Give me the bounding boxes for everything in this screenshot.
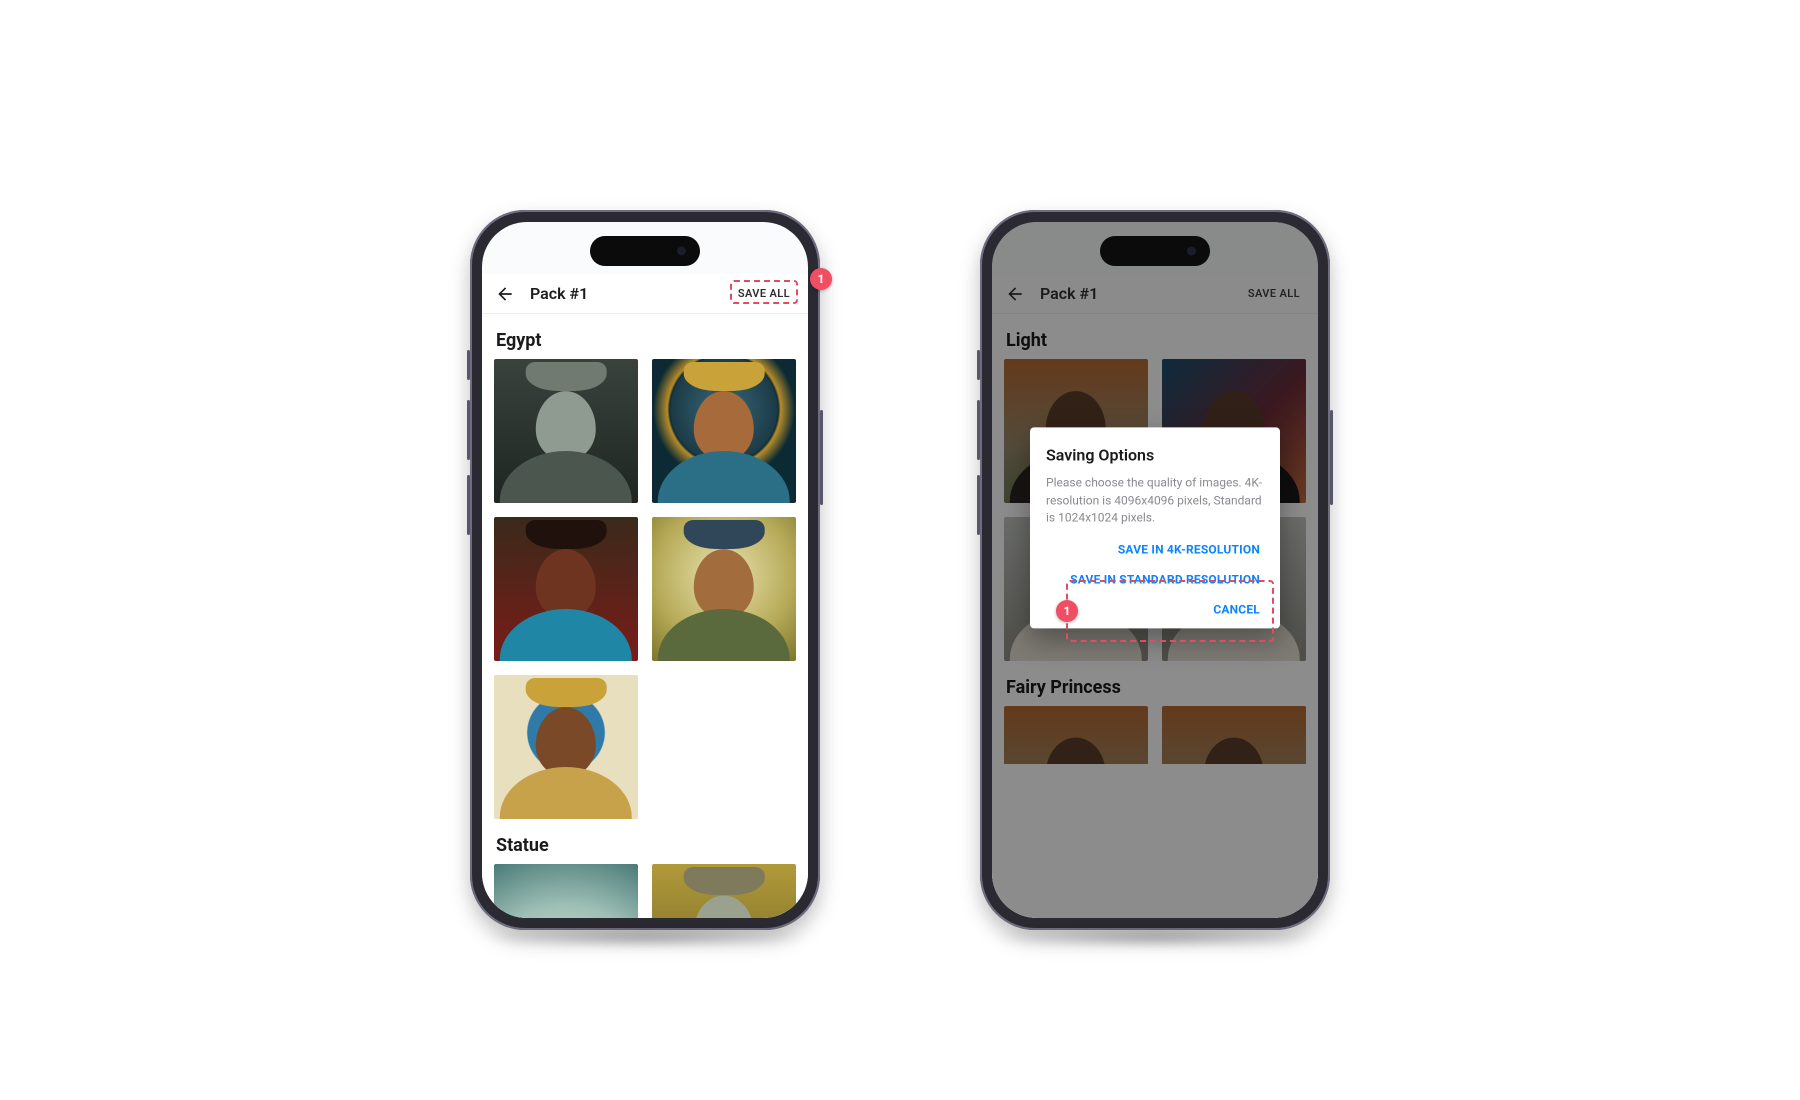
phone-frame-left: Pack #1 SAVE ALL Egypt Statue bbox=[470, 210, 820, 930]
volume-button bbox=[467, 350, 470, 380]
screen-left: Pack #1 SAVE ALL Egypt Statue bbox=[482, 222, 808, 918]
save-4k-button[interactable]: SAVE IN 4K-RESOLUTION bbox=[1114, 539, 1264, 561]
dialog-actions: SAVE IN 4K-RESOLUTION SAVE IN STANDARD R… bbox=[1046, 539, 1264, 621]
image-tile[interactable] bbox=[494, 864, 638, 918]
phone-frame-right: Pack #1 SAVE ALL Light Fairy Princess bbox=[980, 210, 1330, 930]
page-title: Pack #1 bbox=[530, 284, 732, 303]
image-tile[interactable] bbox=[494, 359, 638, 503]
power-button bbox=[820, 410, 823, 505]
egypt-grid bbox=[494, 359, 796, 819]
image-tile[interactable] bbox=[652, 359, 796, 503]
dynamic-island bbox=[590, 236, 700, 266]
cancel-button[interactable]: CANCEL bbox=[1209, 599, 1264, 621]
dialog-title: Saving Options bbox=[1046, 446, 1264, 465]
callout-badge: 1 bbox=[810, 268, 832, 290]
screen-right: Pack #1 SAVE ALL Light Fairy Princess bbox=[992, 222, 1318, 918]
content-area: Egypt Statue bbox=[482, 314, 808, 918]
image-tile[interactable] bbox=[652, 517, 796, 661]
app-bar: Pack #1 SAVE ALL bbox=[482, 274, 808, 314]
image-tile[interactable] bbox=[494, 675, 638, 819]
dynamic-island bbox=[1100, 236, 1210, 266]
image-tile[interactable] bbox=[494, 517, 638, 661]
volume-button bbox=[977, 350, 980, 380]
section-title-egypt: Egypt bbox=[496, 330, 796, 351]
volume-button bbox=[977, 475, 980, 535]
section-title-statue: Statue bbox=[496, 835, 796, 856]
saving-options-dialog: Saving Options Please choose the quality… bbox=[1030, 428, 1280, 629]
volume-button bbox=[467, 475, 470, 535]
power-button bbox=[1330, 410, 1333, 505]
back-button[interactable] bbox=[494, 283, 516, 305]
save-all-button[interactable]: SAVE ALL bbox=[732, 283, 796, 304]
volume-button bbox=[467, 400, 470, 460]
dialog-body: Please choose the quality of images. 4K-… bbox=[1046, 475, 1264, 527]
arrow-left-icon bbox=[495, 284, 515, 304]
image-tile[interactable] bbox=[652, 864, 796, 918]
statue-grid bbox=[494, 864, 796, 918]
volume-button bbox=[977, 400, 980, 460]
save-standard-button[interactable]: SAVE IN STANDARD RESOLUTION bbox=[1066, 569, 1264, 591]
